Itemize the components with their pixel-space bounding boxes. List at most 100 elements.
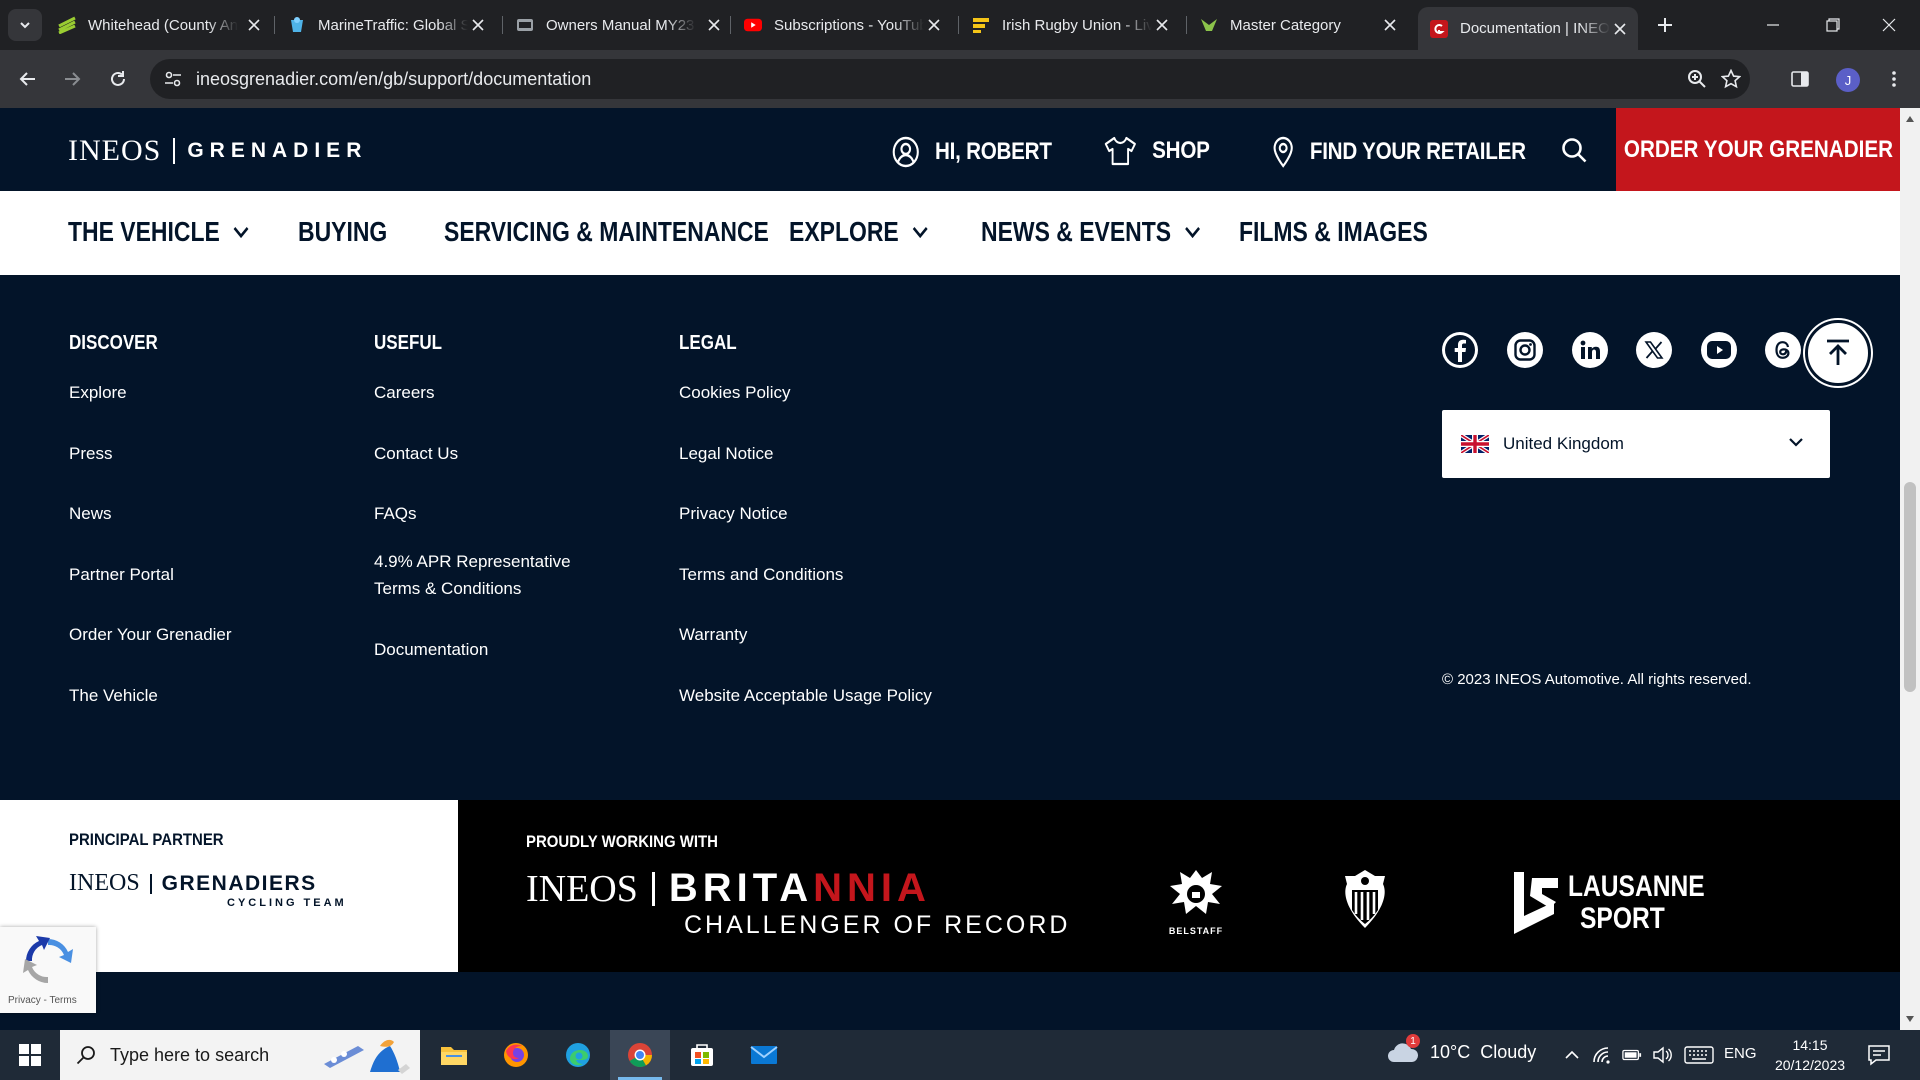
linkedin-icon[interactable] [1572, 332, 1608, 368]
footer-link-documentation[interactable]: Documentation [374, 636, 488, 663]
battery-icon[interactable] [1622, 1045, 1642, 1065]
taskbar-firefox[interactable] [486, 1030, 546, 1080]
facebook-icon[interactable] [1442, 332, 1478, 368]
ineos-grenadiers-cycling-logo[interactable]: INEOS GRENADIERS CYCLING TEAM [69, 870, 347, 909]
input-language[interactable]: ENG [1724, 1045, 1757, 1062]
back-to-top-button[interactable] [1805, 320, 1871, 386]
browser-tab[interactable]: Irish Rugby Union - Live [960, 7, 1180, 43]
tab-search-button[interactable] [8, 9, 42, 41]
close-icon[interactable] [1380, 15, 1400, 35]
country-selector[interactable]: United Kingdom [1442, 410, 1830, 478]
recaptcha-badge[interactable]: Privacy - Terms [0, 927, 96, 1013]
nav-item-buying[interactable]: BUYING [298, 216, 387, 248]
country-name: United Kingdom [1503, 434, 1624, 453]
close-icon[interactable] [1152, 15, 1172, 35]
site-search-icon[interactable] [1560, 136, 1588, 164]
footer-link-press[interactable]: Press [69, 440, 112, 467]
keyboard-icon[interactable] [1684, 1045, 1714, 1065]
footer-link-legal-notice[interactable]: Legal Notice [679, 440, 774, 467]
url-text[interactable]: ineosgrenadier.com/en/gb/support/documen… [196, 69, 591, 90]
nav-item-the-vehicle[interactable]: THE VEHICLE [68, 216, 249, 248]
footer-link-privacy-notice[interactable]: Privacy Notice [679, 500, 788, 527]
close-icon[interactable] [1610, 19, 1630, 39]
footer-link-explore[interactable]: Explore [69, 379, 127, 406]
system-clock[interactable]: 14:15 20/12/2023 [1772, 1035, 1848, 1075]
profile-avatar[interactable]: J [1836, 68, 1860, 92]
nav-item-films-images[interactable]: FILMS & IMAGES [1239, 216, 1428, 248]
scroll-up-arrow-icon[interactable] [1905, 114, 1915, 124]
browser-tab-active[interactable]: Documentation | INEOS [1418, 7, 1638, 50]
back-button[interactable] [12, 63, 44, 95]
volume-icon[interactable] [1652, 1045, 1672, 1065]
start-button[interactable] [0, 1030, 60, 1080]
nav-item-explore[interactable]: EXPLORE [789, 216, 928, 248]
footer-link-apr-terms[interactable]: Terms & Conditions [374, 575, 521, 602]
footer-link-terms-conditions[interactable]: Terms and Conditions [679, 561, 843, 588]
address-bar[interactable]: ineosgrenadier.com/en/gb/support/documen… [150, 59, 1750, 99]
youtube-icon[interactable] [1701, 332, 1737, 368]
taskbar-edge[interactable] [548, 1030, 608, 1080]
footer-link-contact-us[interactable]: Contact Us [374, 440, 458, 467]
tab-separator [730, 16, 731, 34]
x-icon[interactable] [1636, 332, 1672, 368]
site-info-icon[interactable] [162, 68, 184, 90]
taskbar-mail[interactable] [734, 1030, 794, 1080]
notification-center-icon[interactable] [1866, 1042, 1892, 1068]
zoom-icon[interactable] [1686, 68, 1708, 90]
minimize-button[interactable] [1742, 0, 1804, 50]
taskbar-chrome[interactable] [610, 1030, 670, 1080]
footer-link-partner-portal[interactable]: Partner Portal [69, 561, 174, 588]
browser-tab[interactable]: MarineTraffic: Global Ship Tracking [276, 7, 496, 43]
footer-link-faqs[interactable]: FAQs [374, 500, 417, 527]
taskbar-search-box[interactable]: Type here to search [60, 1030, 420, 1080]
order-grenadier-button[interactable]: ORDER YOUR GRENADIER [1616, 108, 1900, 191]
recaptcha-links[interactable]: Privacy - Terms [8, 995, 77, 1006]
show-hidden-icons-chevron-icon[interactable] [1562, 1045, 1582, 1065]
weather-widget[interactable]: 1 10°C Cloudy [1386, 1034, 1536, 1064]
page-scrollbar[interactable] [1900, 108, 1920, 1030]
browser-menu-button[interactable] [1878, 63, 1910, 95]
instagram-icon[interactable] [1507, 332, 1543, 368]
nav-item-news-events[interactable]: NEWS & EVENTS [981, 216, 1201, 248]
scroll-down-arrow-icon[interactable] [1905, 1014, 1915, 1024]
shop-link[interactable]: SHOP [1104, 136, 1210, 166]
browser-tab[interactable]: Owners Manual MY23 [504, 7, 732, 43]
footer-link-the-vehicle[interactable]: The Vehicle [69, 682, 158, 709]
firefox-icon [504, 1043, 528, 1067]
threads-icon[interactable] [1765, 332, 1801, 368]
belstaff-logo[interactable]: BELSTAFF [1166, 866, 1226, 936]
ogc-nice-crest[interactable] [1338, 868, 1392, 932]
close-icon[interactable] [468, 15, 488, 35]
account-link[interactable]: HI, ROBERT [892, 136, 1052, 168]
reload-button[interactable] [102, 63, 134, 95]
footer-link-order-your-grenadier[interactable]: Order Your Grenadier [69, 621, 232, 648]
taskbar-store[interactable] [672, 1030, 732, 1080]
footer-link-apr-representative[interactable]: 4.9% APR Representative [374, 548, 571, 575]
ineos-britannia-logo[interactable]: INEOS BRITANNIA CHALLENGER OF RECORD [526, 866, 1070, 940]
ineos-grenadier-logo[interactable]: INEOS GRENADIER [68, 134, 367, 168]
bookmark-star-icon[interactable] [1720, 68, 1742, 90]
footer-link-news[interactable]: News [69, 500, 112, 527]
restore-button[interactable] [1802, 0, 1864, 50]
close-icon[interactable] [924, 15, 944, 35]
find-retailer-link[interactable]: FIND YOUR RETAILER [1272, 136, 1526, 168]
footer-link-warranty[interactable]: Warranty [679, 621, 747, 648]
close-window-button[interactable] [1858, 0, 1920, 50]
scrollbar-thumb[interactable] [1904, 482, 1916, 692]
side-panel-icon [1791, 71, 1809, 87]
nav-item-servicing-maintenance[interactable]: SERVICING & MAINTENANCE [444, 216, 769, 248]
footer-link-cookies-policy[interactable]: Cookies Policy [679, 379, 791, 406]
browser-tab[interactable]: Subscriptions - YouTube [732, 7, 952, 43]
taskbar-file-explorer[interactable] [424, 1030, 484, 1080]
close-icon[interactable] [244, 15, 264, 35]
browser-tab[interactable]: Master Category [1188, 7, 1408, 43]
side-panel-button[interactable] [1784, 63, 1816, 95]
close-icon[interactable] [704, 15, 724, 35]
footer-link-careers[interactable]: Careers [374, 379, 434, 406]
network-icon[interactable] [1592, 1045, 1612, 1065]
browser-tab[interactable]: Whitehead (County Antrim) [46, 7, 272, 43]
footer-link-acceptable-usage[interactable]: Website Acceptable Usage Policy [679, 682, 932, 709]
lausanne-sport-logo[interactable]: LAUSANNE SPORT [1510, 870, 1735, 936]
new-tab-button[interactable] [1651, 11, 1679, 39]
forward-button[interactable] [56, 63, 88, 95]
